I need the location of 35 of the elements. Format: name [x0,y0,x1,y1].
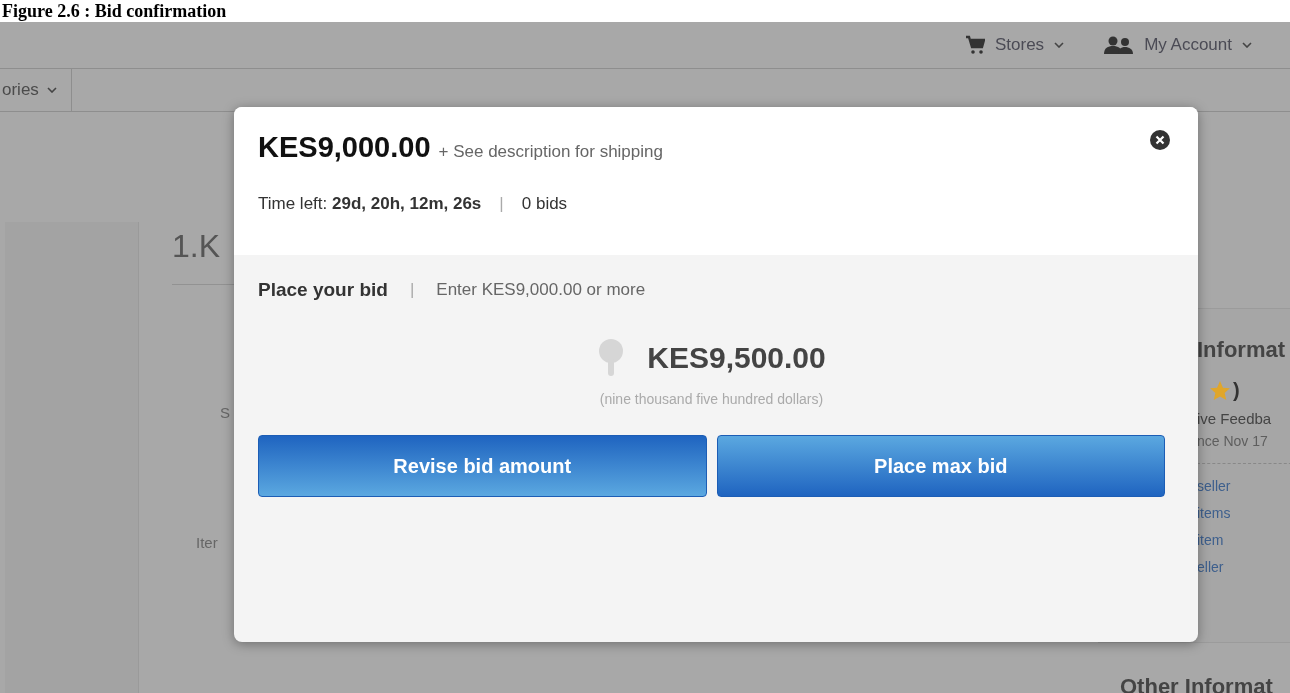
header-menu-link[interactable]: Stores [995,35,1045,55]
section-title: Place your bid [258,279,388,301]
seller-link[interactable]: items [1197,505,1290,521]
bid-hint: Enter KES9,000.00 or more [436,280,646,300]
separator-text: | [409,280,415,300]
star-icon [1209,379,1231,402]
revise-bid-button[interactable]: Revise bid amount [258,435,707,497]
chevron-down-icon [46,87,57,93]
chevron-down-icon [1242,42,1252,48]
seller-heading: Informat [1197,337,1286,363]
time-left-text: Time left: 29d, 20h, 12m, 26s [258,194,482,214]
close-icon[interactable] [1150,130,1170,150]
member-since-text: nce Nov 17 [1197,433,1269,449]
seller-link[interactable]: item [1197,532,1290,548]
shipping-note: + See description for shipping [438,142,663,162]
pin-icon [597,339,626,377]
field-label: S [220,404,230,421]
amount-in-words: (nine thousand five hundred dollars) [599,391,824,407]
people-icon[interactable] [1104,35,1135,55]
cart-icon[interactable] [965,35,985,55]
price-text: KES9,000.00 [258,131,431,164]
seller-link[interactable]: seller [1197,478,1290,494]
feedback-text: ive Feedba [1197,410,1273,427]
rating-text: ) [1233,379,1240,402]
bid-amount: KES9,500.00 [647,341,826,375]
header-menu-link[interactable]: My Account [1144,35,1232,55]
item-title: 1.K [172,228,221,265]
separator-text: | [499,194,504,214]
bid-count: 0 bids [521,194,568,214]
seller-link[interactable]: eller [1197,559,1290,575]
categories-menu[interactable]: ories [0,69,72,111]
figure-caption: Figure 2.6 : Bid confirmation [2,0,227,22]
place-bid-button[interactable]: Place max bid [716,435,1165,497]
chevron-down-icon [1054,42,1065,48]
field-label: Iter [196,534,218,551]
